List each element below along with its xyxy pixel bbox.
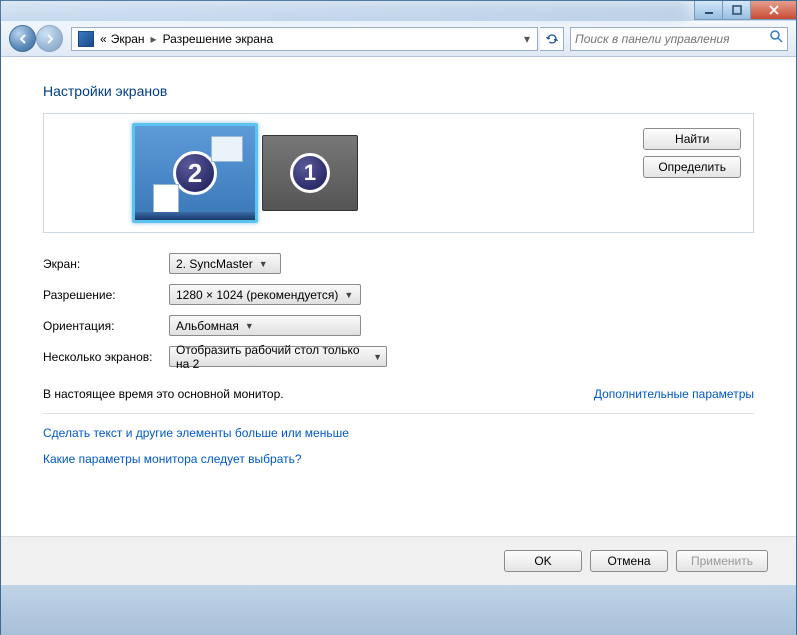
mini-window-icon — [211, 136, 243, 162]
orientation-label: Ориентация: — [43, 319, 169, 333]
window-glass-border — [1, 585, 796, 635]
nav-back-button[interactable] — [9, 25, 36, 52]
monitor-number-badge: 1 — [290, 153, 330, 193]
form-row-resolution: Разрешение: 1280 × 1024 (рекомендуется) … — [43, 284, 754, 305]
close-button[interactable] — [750, 1, 796, 20]
search-input[interactable] — [575, 32, 769, 46]
primary-monitor-status: В настоящее время это основной монитор. — [43, 387, 284, 401]
content-area: Настройки экранов 2 1 Найти Определить Э… — [1, 57, 796, 537]
display-value: 2. SyncMaster — [176, 257, 253, 271]
search-box[interactable] — [570, 27, 788, 51]
breadcrumb-display[interactable]: Экран — [109, 32, 147, 46]
titlebar-glass — [1, 1, 686, 21]
display-label: Экран: — [43, 257, 169, 271]
breadcrumb-prefix: « — [98, 32, 109, 46]
resolution-value: 1280 × 1024 (рекомендуется) — [176, 288, 338, 302]
refresh-icon — [545, 32, 559, 46]
control-panel-window: « Экран ▸ Разрешение экрана ▾ Настройки … — [0, 0, 797, 634]
form-row-orientation: Ориентация: Альбомная ▼ — [43, 315, 754, 336]
breadcrumb-resolution[interactable]: Разрешение экрана — [161, 32, 276, 46]
form-row-multi: Несколько экранов: Отобразить рабочий ст… — [43, 346, 754, 367]
breadcrumb-dropdown-icon[interactable]: ▾ — [519, 32, 535, 46]
detect-button[interactable]: Определить — [643, 156, 741, 178]
orientation-value: Альбомная — [176, 319, 239, 333]
chevron-down-icon: ▼ — [259, 259, 268, 269]
nav-forward-button[interactable] — [36, 25, 63, 52]
titlebar — [1, 1, 796, 21]
find-button[interactable]: Найти — [643, 128, 741, 150]
display-settings-icon — [78, 31, 94, 47]
orientation-dropdown[interactable]: Альбомная ▼ — [169, 315, 361, 336]
which-settings-link[interactable]: Какие параметры монитора следует выбрать… — [43, 452, 302, 466]
display-dropdown[interactable]: 2. SyncMaster ▼ — [169, 253, 281, 274]
minimize-button[interactable] — [694, 1, 722, 20]
ok-button[interactable]: OK — [504, 550, 582, 572]
breadcrumb[interactable]: « Экран ▸ Разрешение экрана ▾ — [71, 27, 538, 51]
dialog-footer: OK Отмена Применить — [1, 537, 796, 585]
status-row: В настоящее время это основной монитор. … — [43, 387, 754, 414]
mini-taskbar-icon — [135, 212, 255, 220]
form-row-display: Экран: 2. SyncMaster ▼ — [43, 253, 754, 274]
multi-label: Несколько экранов: — [43, 350, 169, 364]
advanced-settings-link[interactable]: Дополнительные параметры — [594, 387, 754, 401]
text-size-link[interactable]: Сделать текст и другие элементы больше и… — [43, 426, 349, 440]
monitor-preview-box: 2 1 Найти Определить — [43, 113, 754, 233]
search-icon[interactable] — [769, 29, 783, 48]
monitor-side-buttons: Найти Определить — [643, 128, 741, 178]
maximize-button[interactable] — [722, 1, 750, 20]
page-title: Настройки экранов — [43, 83, 754, 99]
breadcrumb-separator-icon: ▸ — [147, 32, 161, 46]
cancel-button[interactable]: Отмена — [590, 550, 668, 572]
chevron-down-icon: ▼ — [245, 321, 254, 331]
chevron-down-icon: ▼ — [344, 290, 353, 300]
help-links: Сделать текст и другие элементы больше и… — [43, 426, 754, 466]
resolution-label: Разрешение: — [43, 288, 169, 302]
resolution-dropdown[interactable]: 1280 × 1024 (рекомендуется) ▼ — [169, 284, 361, 305]
nav-arrows — [9, 25, 63, 52]
multi-display-dropdown[interactable]: Отобразить рабочий стол только на 2 ▼ — [169, 346, 387, 367]
apply-button[interactable]: Применить — [676, 550, 768, 572]
navbar: « Экран ▸ Разрешение экрана ▾ — [1, 21, 796, 57]
monitor-1[interactable]: 1 — [262, 135, 358, 211]
monitor-2[interactable]: 2 — [132, 123, 258, 223]
multi-value: Отобразить рабочий стол только на 2 — [176, 343, 367, 371]
chevron-down-icon: ▼ — [373, 352, 382, 362]
refresh-button[interactable] — [540, 27, 564, 51]
